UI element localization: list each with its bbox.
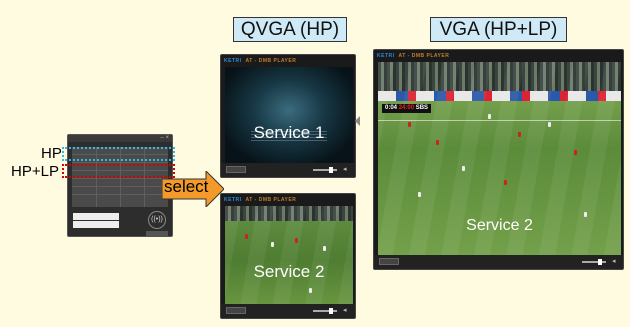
score-overlay: 0:04 24:00 SBS [382,104,432,114]
qvga-header: QVGA (HP) [233,17,347,42]
player-controls: ◂ [374,255,623,269]
pitch-line [378,119,621,121]
player-title: KETRI AT - DMB PLAYER [377,53,450,59]
volume-knob[interactable] [598,259,602,265]
player-menu-button[interactable] [226,307,246,314]
player-controls: ◂ [221,304,355,318]
player-marker [504,180,507,185]
player-marker [436,140,439,145]
player-title: KETRI AT - DMB PLAYER [224,197,297,203]
volume-slider[interactable] [313,169,337,171]
channel-input[interactable] [73,213,119,220]
player-marker [574,150,577,155]
hp-label: HP [41,145,62,162]
service-input[interactable] [73,221,119,228]
hp-row-highlight [62,147,175,161]
service-label: Service 2 [253,262,325,281]
player-marker [462,166,465,171]
pitch-stripes [225,206,353,304]
speaker-icon[interactable]: ◂ [343,165,347,173]
signal-icon[interactable]: ((•)) [148,211,166,229]
video-screen[interactable]: Service 2 [225,206,353,304]
player-marker [323,246,326,251]
vga-header: VGA (HP+LP) [430,17,567,42]
video-screen[interactable]: 0:04 24:00 SBS Service 2 [378,62,621,255]
player-marker [408,122,411,127]
service-label: Service 1 [253,123,325,142]
player-title: KETRI AT - DMB PLAYER [224,58,297,64]
player-marker [518,132,521,137]
diagram-canvas: QVGA (HP) VGA (HP+LP) – × ((•)) HP HP+LP… [0,0,630,327]
speaker-icon[interactable]: ◂ [612,257,616,265]
player-marker [418,192,421,197]
scan-button[interactable] [146,231,168,237]
player-qvga-service2: KETRI AT - DMB PLAYER Service 2 ◂ [220,193,356,319]
player-menu-button[interactable] [226,166,246,173]
volume-knob[interactable] [329,167,333,173]
player-menu-button[interactable] [379,258,399,265]
player-marker [295,238,298,243]
select-label: select [164,177,209,196]
side-toggle-icon[interactable] [355,116,360,126]
player-controls: ◂ [221,163,355,177]
player-vga-service2: KETRI AT - DMB PLAYER 0:04 24:00 SBS Serv… [373,49,624,270]
volume-slider[interactable] [313,310,337,312]
hplp-row-highlight [62,164,175,178]
player-marker [309,288,312,293]
service-label: Service 2 [466,217,533,234]
volume-slider[interactable] [582,261,606,263]
speaker-icon[interactable]: ◂ [343,306,347,314]
video-screen[interactable]: Service 1 [225,67,353,163]
player-marker [245,234,248,239]
hplp-label: HP+LP [11,163,59,180]
panel-footer [73,212,133,228]
volume-knob[interactable] [329,308,333,314]
player-qvga-service1: KETRI AT - DMB PLAYER Service 1 ◂ [220,54,360,178]
player-marker [548,122,551,127]
player-marker [488,114,491,119]
panel-window-controls[interactable]: – × [68,135,172,142]
player-marker [271,242,274,247]
